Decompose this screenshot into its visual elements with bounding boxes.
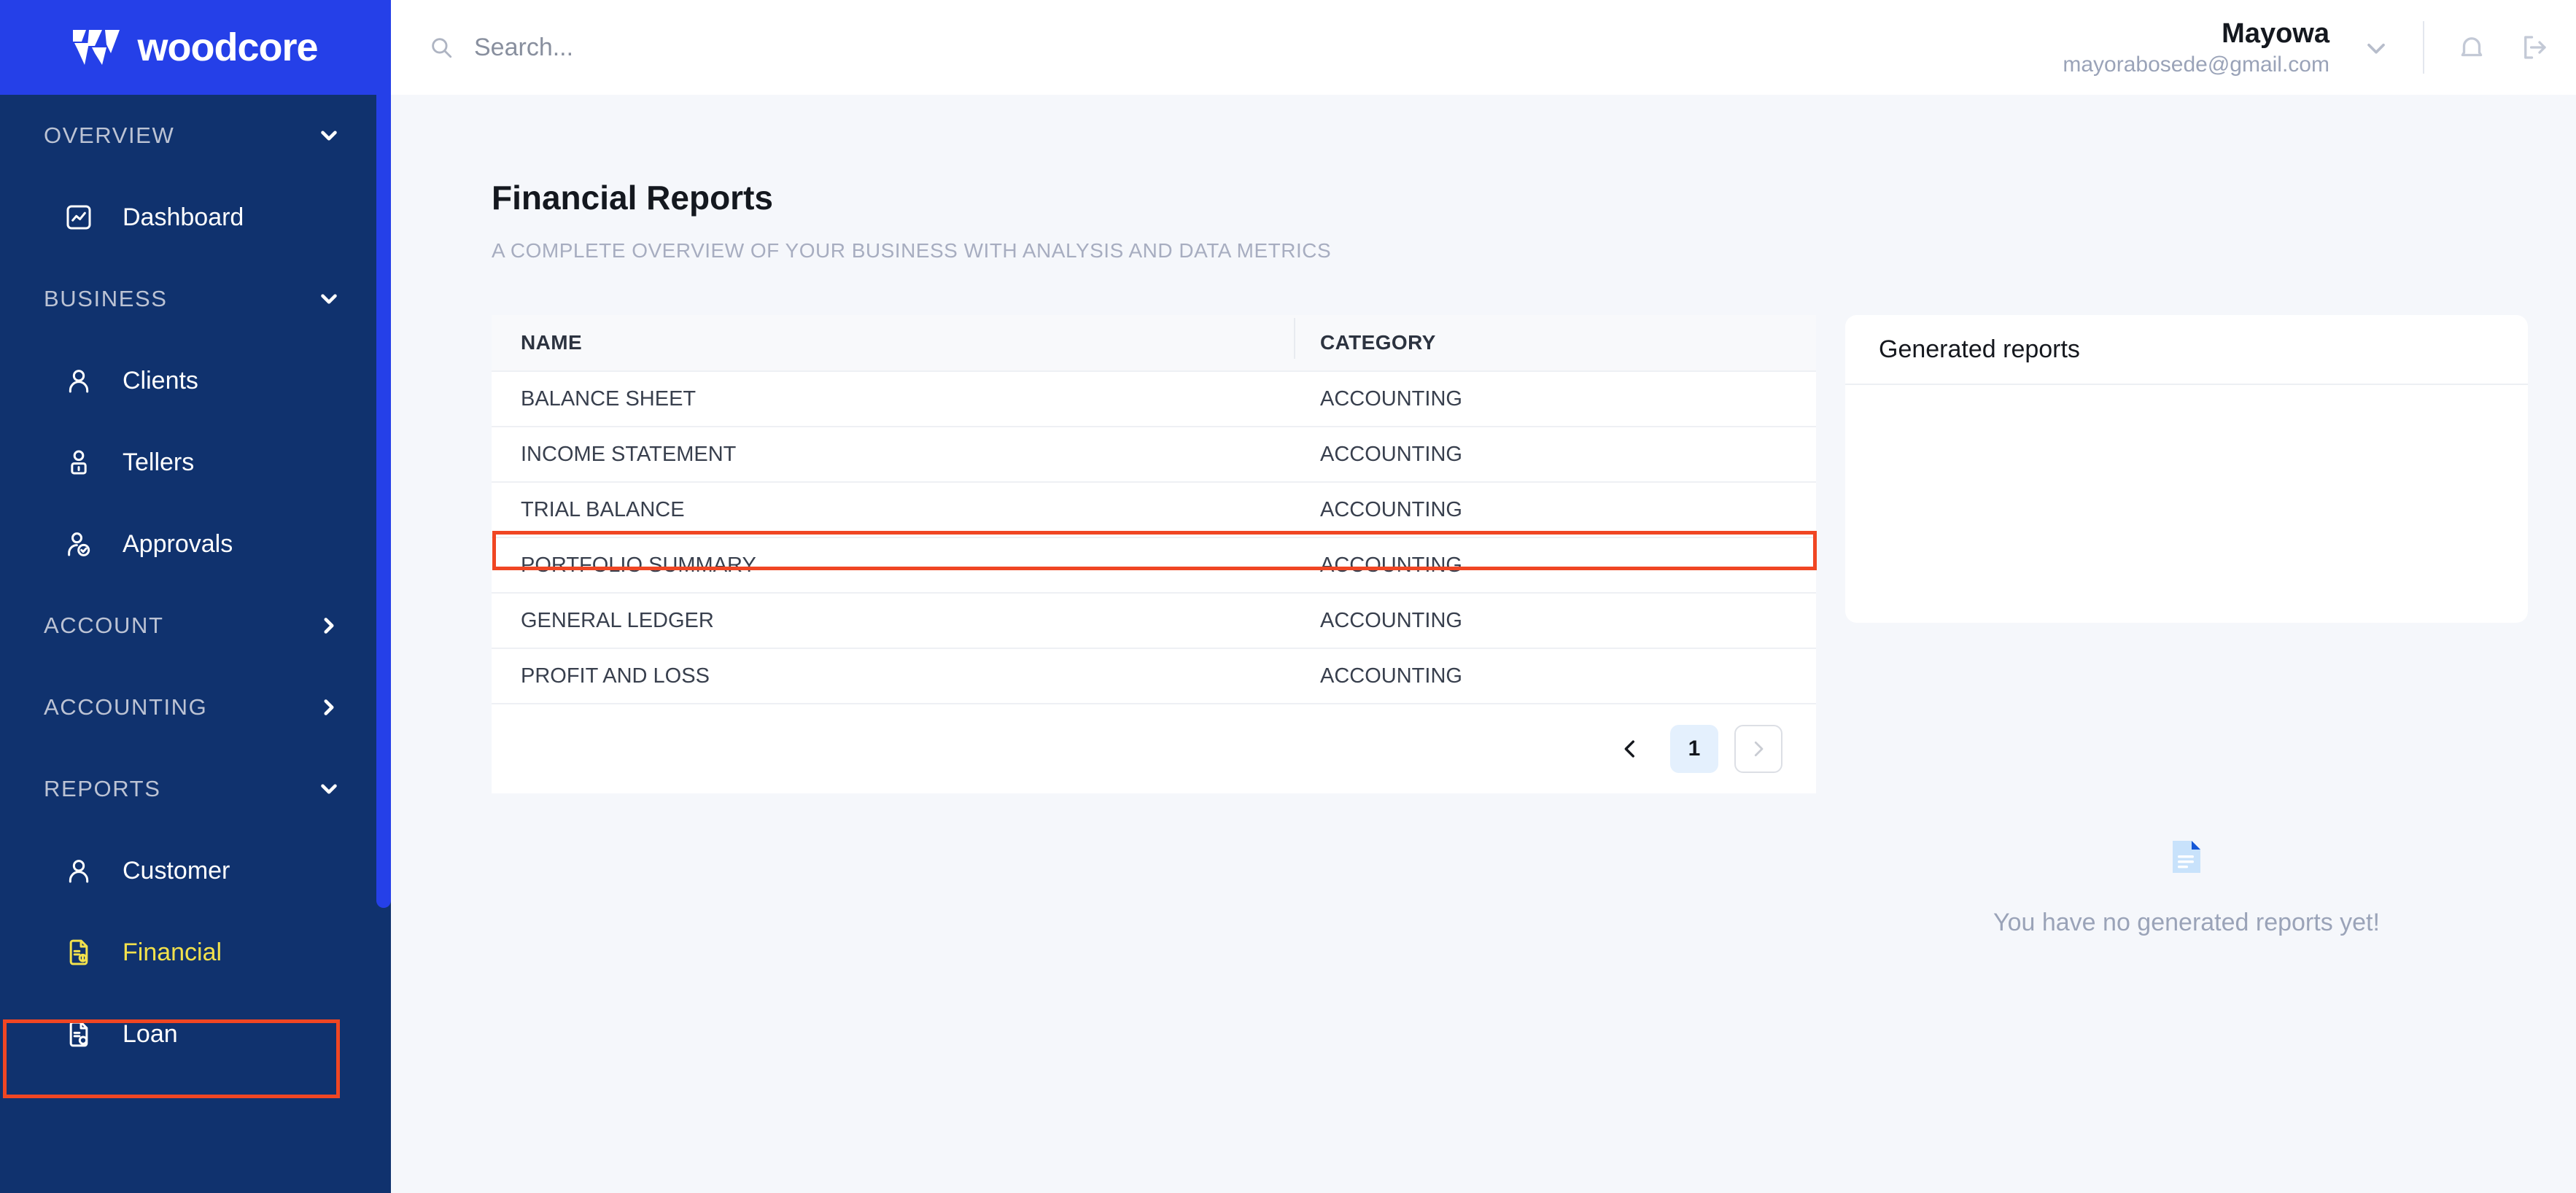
- sidebar-scrollbar-thumb[interactable]: [376, 0, 391, 908]
- user-identity: Mayowa mayorabosede@gmail.com: [2063, 17, 2329, 79]
- topbar: Mayowa mayorabosede@gmail.com: [391, 0, 2576, 95]
- sidebar-item-label: Approvals: [123, 529, 233, 558]
- cell-category: ACCOUNTING: [1320, 497, 1462, 521]
- cell-category: ACCOUNTING: [1320, 553, 1462, 577]
- sidebar-group-label: OVERVIEW: [44, 123, 175, 148]
- sidebar-group-label: ACCOUNTING: [44, 694, 208, 720]
- cell-category: ACCOUNTING: [1320, 664, 1462, 688]
- user-icon: [69, 370, 89, 393]
- document-clock-icon: [69, 1021, 88, 1047]
- cell-name: BALANCE SHEET: [521, 386, 697, 411]
- sidebar-item-tellers[interactable]: Tellers: [0, 421, 391, 503]
- chevron-right-icon: [324, 699, 334, 715]
- cell-name: INCOME STATEMENT: [521, 442, 737, 466]
- chevron-down-icon: [321, 784, 337, 794]
- document-icon: [2173, 841, 2200, 873]
- generated-reports-header: Generated reports: [1845, 315, 2528, 385]
- pagination-prev-button[interactable]: [1606, 725, 1654, 773]
- table-row[interactable]: INCOME STATEMENT ACCOUNTING: [492, 427, 1816, 483]
- cell-name: GENERAL LEDGER: [521, 608, 714, 632]
- column-header-name: NAME: [521, 331, 583, 354]
- sidebar-group-label: ACCOUNT: [44, 613, 164, 638]
- search-input[interactable]: [474, 33, 1130, 62]
- cell-category: ACCOUNTING: [1320, 608, 1462, 632]
- pagination: 1: [492, 704, 1816, 793]
- generated-reports-empty-state: You have no generated reports yet!: [1845, 839, 2528, 937]
- chevron-down-icon: [321, 294, 337, 304]
- main-content: Financial Reports A COMPLETE OVERVIEW OF…: [391, 95, 2576, 1193]
- sidebar-group-label: REPORTS: [44, 776, 161, 801]
- cell-name: PROFIT AND LOSS: [521, 664, 710, 688]
- chevron-right-icon: [1754, 741, 1764, 757]
- user-check-icon: [68, 532, 90, 556]
- cell-name: TRIAL BALANCE: [521, 497, 685, 521]
- search-box[interactable]: [429, 33, 2063, 62]
- chevron-left-icon: [1624, 740, 1634, 758]
- bell-icon[interactable]: [2456, 32, 2487, 63]
- financial-reports-table: NAME CATEGORY BALANCE SHEET ACCOUNTING I…: [492, 315, 1816, 793]
- table-row[interactable]: TRIAL BALANCE ACCOUNTING: [492, 483, 1816, 538]
- document-dollar-icon: [69, 939, 88, 965]
- generated-reports-body: [1845, 385, 2528, 623]
- cell-category: ACCOUNTING: [1320, 442, 1462, 466]
- search-icon: [432, 38, 452, 58]
- table-header-row: NAME CATEGORY: [492, 315, 1816, 372]
- sidebar-item-label: Clients: [123, 366, 198, 395]
- user-icon: [69, 860, 89, 883]
- sidebar-item-label: Financial: [123, 938, 222, 966]
- sidebar-item-label: Dashboard: [123, 203, 244, 231]
- sidebar-item-clients[interactable]: Clients: [0, 340, 391, 421]
- pagination-next-button[interactable]: [1734, 725, 1782, 773]
- chevron-right-icon: [324, 618, 334, 634]
- sidebar-item-financial[interactable]: Financial: [0, 912, 391, 993]
- table-row[interactable]: PROFIT AND LOSS ACCOUNTING: [492, 649, 1816, 704]
- table-row[interactable]: BALANCE SHEET ACCOUNTING: [492, 372, 1816, 427]
- sidebar-nav: OVERVIEW Dashboard BUSINESS Clients Tell…: [0, 95, 391, 1193]
- page-subtitle: A COMPLETE OVERVIEW OF YOUR BUSINESS WIT…: [492, 239, 1332, 262]
- generated-reports-title: Generated reports: [1879, 335, 2080, 363]
- logout-icon[interactable]: [2519, 32, 2550, 63]
- page-title: Financial Reports: [492, 179, 773, 217]
- sidebar: woodcore OVERVIEW Dashboard BUSINESS Cli…: [0, 0, 391, 1193]
- column-header-category: CATEGORY: [1294, 318, 1816, 359]
- user-name: Mayowa: [2222, 18, 2329, 49]
- sidebar-item-label: Customer: [123, 856, 230, 885]
- chevron-down-icon: [321, 131, 337, 141]
- cell-name: PORTFOLIO SUMMARY: [521, 553, 756, 577]
- sidebar-group-business[interactable]: BUSINESS: [0, 258, 391, 340]
- brand-name: woodcore: [137, 26, 318, 69]
- sidebar-group-reports[interactable]: REPORTS: [0, 748, 391, 830]
- table-row-portfolio-summary[interactable]: PORTFOLIO SUMMARY ACCOUNTING: [492, 538, 1816, 594]
- generated-reports-panel: Generated reports: [1845, 315, 2528, 623]
- sidebar-item-dashboard[interactable]: Dashboard: [0, 176, 391, 258]
- cell-category: ACCOUNTING: [1320, 386, 1462, 411]
- topbar-divider: [2423, 21, 2424, 74]
- sidebar-item-label: Tellers: [123, 448, 195, 476]
- brand-logo[interactable]: woodcore: [0, 0, 391, 95]
- chart-square-icon: [66, 205, 91, 230]
- table-row[interactable]: GENERAL LEDGER ACCOUNTING: [492, 594, 1816, 649]
- sidebar-item-customer[interactable]: Customer: [0, 830, 391, 912]
- woodcore-w-mark-icon: [73, 30, 120, 65]
- user-account-menu[interactable]: Mayowa mayorabosede@gmail.com: [2063, 17, 2550, 79]
- sidebar-group-overview[interactable]: OVERVIEW: [0, 95, 391, 176]
- sidebar-item-label: Loan: [123, 1019, 178, 1048]
- sidebar-group-account[interactable]: ACCOUNT: [0, 585, 391, 667]
- sidebar-item-approvals[interactable]: Approvals: [0, 503, 391, 585]
- chevron-down-icon[interactable]: [2362, 33, 2391, 62]
- sidebar-group-label: BUSINESS: [44, 286, 168, 311]
- sidebar-item-loan[interactable]: Loan: [0, 993, 391, 1075]
- user-email: mayorabosede@gmail.com: [2063, 53, 2329, 77]
- user-lock-icon: [71, 450, 87, 475]
- generated-reports-empty-text: You have no generated reports yet!: [1993, 909, 2380, 936]
- pagination-page-1[interactable]: 1: [1670, 725, 1718, 773]
- sidebar-group-accounting[interactable]: ACCOUNTING: [0, 667, 391, 748]
